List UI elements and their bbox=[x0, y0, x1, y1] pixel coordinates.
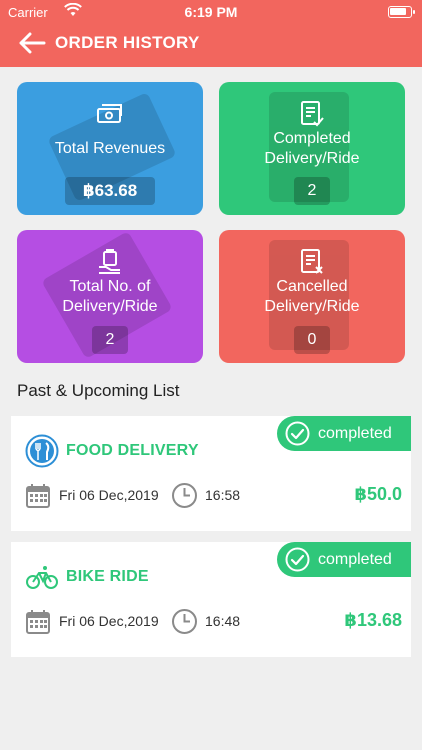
document-check-icon bbox=[301, 101, 324, 127]
total-count-label-line1: Total No. of bbox=[69, 278, 151, 295]
status-badge: completed bbox=[277, 416, 411, 451]
status-time: 6:19 PM bbox=[184, 4, 238, 20]
cancelled-label-line2: Delivery/Ride bbox=[264, 298, 360, 315]
total-count-card: Total No. of Delivery/Ride 2 bbox=[17, 230, 203, 363]
bike-icon bbox=[26, 566, 58, 589]
order-time: 16:48 bbox=[205, 613, 241, 629]
status-label: completed bbox=[318, 425, 392, 442]
completed-label-line1: Completed bbox=[273, 130, 351, 147]
back-arrow-icon[interactable] bbox=[18, 32, 46, 54]
order-type: FOOD DELIVERY bbox=[66, 442, 199, 459]
food-delivery-icon bbox=[25, 434, 59, 468]
status-label: completed bbox=[318, 551, 392, 568]
total-revenues-value: ฿63.68 bbox=[65, 177, 155, 205]
total-count-label-line2: Delivery/Ride bbox=[62, 298, 158, 315]
calendar-icon bbox=[26, 484, 50, 508]
order-price: ฿13.68 bbox=[344, 610, 402, 630]
total-revenues-card: Total Revenues ฿63.68 bbox=[17, 82, 203, 215]
calendar-icon bbox=[26, 610, 50, 634]
status-bar: Carrier 6:19 PM bbox=[0, 0, 422, 24]
order-item[interactable]: completed FOOD DELIVERY Fri 06 Dec,2019 … bbox=[11, 416, 411, 531]
document-cancel-icon bbox=[301, 249, 323, 274]
check-circle-icon bbox=[285, 547, 310, 572]
page-title: ORDER HISTORY bbox=[55, 33, 200, 52]
clock-icon bbox=[172, 609, 197, 634]
completed-label-line2: Delivery/Ride bbox=[264, 150, 360, 167]
cash-icon bbox=[97, 104, 122, 123]
order-date: Fri 06 Dec,2019 bbox=[59, 613, 159, 629]
cancelled-value: 0 bbox=[294, 326, 330, 354]
order-type: BIKE RIDE bbox=[66, 568, 149, 585]
clock-icon bbox=[172, 483, 197, 508]
order-date: Fri 06 Dec,2019 bbox=[59, 487, 159, 503]
total-revenues-label: Total Revenues bbox=[54, 140, 166, 157]
total-count-value: 2 bbox=[92, 326, 128, 354]
cancelled-label-line1: Cancelled bbox=[276, 278, 348, 295]
battery-icon bbox=[388, 6, 415, 18]
cancelled-card: Cancelled Delivery/Ride 0 bbox=[219, 230, 405, 363]
completed-card: Completed Delivery/Ride 2 bbox=[219, 82, 405, 215]
status-badge: completed bbox=[277, 542, 411, 577]
header-bar: Carrier 6:19 PM ORDER HISTORY bbox=[0, 0, 422, 67]
section-title: Past & Upcoming List bbox=[17, 381, 180, 400]
order-time: 16:58 bbox=[205, 487, 241, 503]
order-price: ฿50.0 bbox=[354, 484, 402, 504]
shopping-bag-hand-icon bbox=[99, 249, 120, 274]
check-circle-icon bbox=[285, 421, 310, 446]
completed-value: 2 bbox=[294, 177, 330, 205]
order-item[interactable]: completed BIKE RIDE Fri 06 Dec,2019 16:4… bbox=[11, 542, 411, 657]
